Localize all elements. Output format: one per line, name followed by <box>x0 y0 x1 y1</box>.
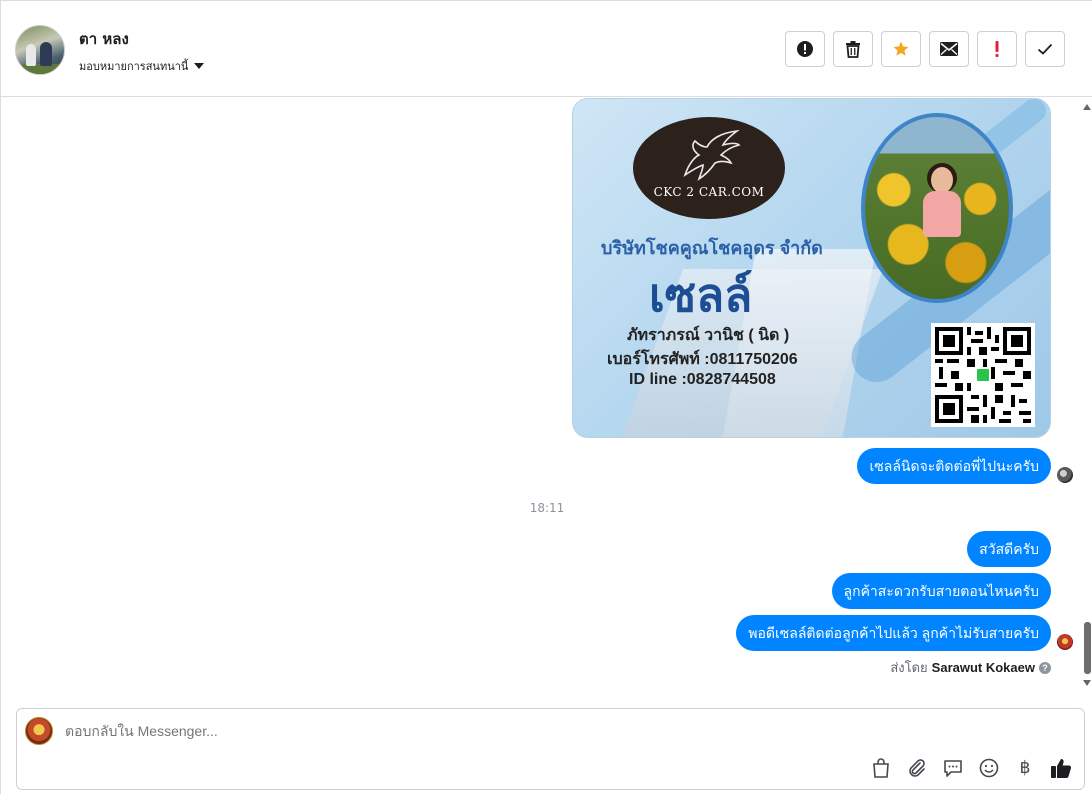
mark-spam-button[interactable] <box>785 31 825 67</box>
baht-icon: ฿ <box>1019 758 1031 778</box>
card-person-name: ภัทราภรณ์ วานิช ( นิด ) <box>627 327 790 344</box>
conversation-header: ตา หลง มอบหมายการสนทนานี้ <box>1 1 1092 97</box>
attach-button[interactable] <box>906 757 928 779</box>
assign-label: มอบหมายการสนทนานี้ <box>79 60 189 73</box>
conversation-toolbar <box>785 31 1065 67</box>
trash-icon <box>846 41 860 58</box>
assign-conversation-dropdown[interactable]: มอบหมายการสนทนานี้ <box>79 57 205 75</box>
exclamation-circle-icon <box>797 41 813 57</box>
paperclip-icon <box>909 759 925 777</box>
star-button[interactable] <box>881 31 921 67</box>
page-avatar <box>25 717 53 745</box>
question-icon[interactable]: ? <box>1039 661 1051 674</box>
line-logo-icon <box>975 367 991 383</box>
scroll-down-arrow-icon[interactable] <box>1083 680 1091 686</box>
payment-button[interactable]: ฿ <box>1014 757 1036 779</box>
logo-text: CKC 2 CAR.COM <box>653 185 765 199</box>
seen-avatar <box>1057 467 1073 483</box>
contact-avatar[interactable] <box>15 25 65 75</box>
like-button[interactable] <box>1050 757 1072 779</box>
sent-by-label: ส่งโดย Sarawut Kokaew ? <box>890 657 1051 678</box>
message-bubble[interactable]: พอดีเซลล์ติดต่อลูกค้าไปแล้ว ลูกค้าไม่รับ… <box>736 615 1051 651</box>
card-line-id: ID line :0828744508 <box>629 371 776 388</box>
contact-name[interactable]: ตา หลง <box>79 27 129 51</box>
message-bubble[interactable]: เซลล์นิดจะติดต่อพี่ไปนะครับ <box>857 448 1051 484</box>
qr-code <box>931 323 1035 427</box>
card-phone: เบอร์โทรศัพท์ :0811750206 <box>607 351 798 368</box>
sent-by-prefix: ส่งโดย <box>890 660 928 675</box>
shared-image-business-card[interactable]: CKC 2 CAR.COM บริษัทโชคคูณโชคอุดร จำกัด … <box>572 98 1051 438</box>
shop-button[interactable] <box>870 757 892 779</box>
card-role: เซลล์ <box>649 269 753 321</box>
reply-composer: ฿ <box>16 708 1085 790</box>
quick-reply-icon <box>944 760 962 777</box>
emoji-button[interactable] <box>978 757 1000 779</box>
inbox-conversation-view: ตา หลง มอบหมายการสนทนานี้ CKC 2 CAR.COM … <box>0 0 1092 794</box>
thread-scrollbar[interactable] <box>1081 98 1092 692</box>
mark-unread-button[interactable] <box>929 31 969 67</box>
company-logo: CKC 2 CAR.COM <box>633 117 785 219</box>
scroll-up-arrow-icon[interactable] <box>1083 104 1091 110</box>
thumbs-up-icon <box>1051 759 1072 778</box>
composer-tools: ฿ <box>870 757 1072 779</box>
message-bubble[interactable]: ลูกค้าสะดวกรับสายตอนไหนครับ <box>831 573 1051 609</box>
seen-avatar <box>1057 634 1073 650</box>
saved-replies-button[interactable] <box>942 757 964 779</box>
message-bubble[interactable]: สวัสดีครับ <box>967 531 1051 567</box>
card-portrait-photo <box>861 113 1013 303</box>
pegasus-icon <box>683 129 741 181</box>
mark-important-button[interactable] <box>977 31 1017 67</box>
mark-done-button[interactable] <box>1025 31 1065 67</box>
delete-button[interactable] <box>833 31 873 67</box>
card-company-name: บริษัทโชคคูณโชคอุดร จำกัด <box>601 238 823 258</box>
sender-name[interactable]: Sarawut Kokaew <box>932 660 1035 675</box>
check-icon <box>1037 43 1053 55</box>
emoji-icon <box>979 758 999 778</box>
bag-icon <box>873 758 889 778</box>
scrollbar-thumb[interactable] <box>1084 622 1091 674</box>
exclamation-icon <box>995 41 999 57</box>
message-thread[interactable]: CKC 2 CAR.COM บริษัทโชคคูณโชคอุดร จำกัด … <box>1 98 1092 698</box>
envelope-icon <box>940 42 958 56</box>
reply-input[interactable] <box>65 723 965 739</box>
message-timestamp: 18:11 <box>529 501 565 515</box>
caret-down-icon <box>194 63 205 69</box>
star-icon <box>893 41 909 56</box>
